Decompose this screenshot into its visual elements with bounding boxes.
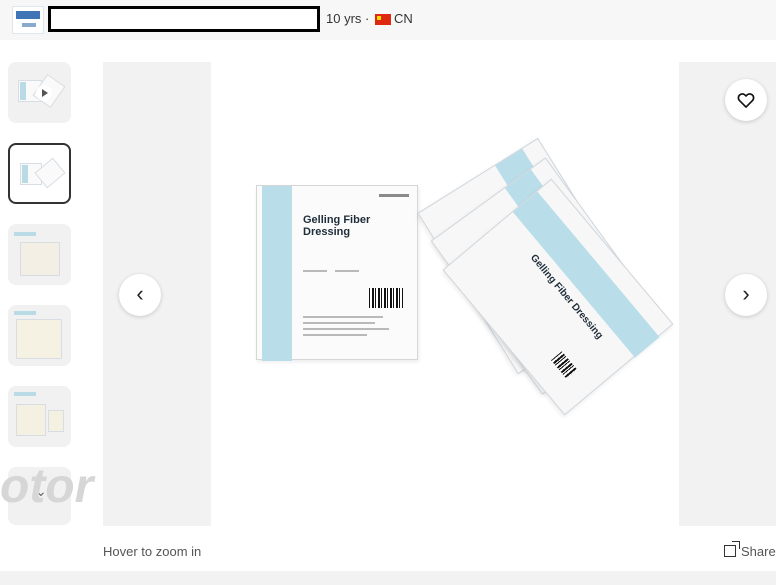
box-text-line [303,322,375,324]
box-spec-mark [303,270,327,272]
prev-image-button[interactable]: ‹ [119,274,161,316]
thumb-dressing-pad [20,242,60,276]
footer-divider [0,571,776,585]
main-product-image[interactable]: Gelling Fiber Dressing Gelling Fiber Dre… [211,62,679,526]
box-blue-stripe [262,186,292,361]
product-box: Gelling Fiber Dressing [256,185,418,361]
box-text-line [303,316,383,318]
supplier-years: 10 yrs · [326,11,370,26]
thumbnail-2-selected[interactable] [8,143,71,204]
thumb-label-mark [14,232,36,236]
thumb-dressing-pad [16,319,62,359]
box-text-line [303,334,367,336]
supplier-logo[interactable] [12,6,44,34]
play-icon [36,85,52,101]
thumbnail-1-video[interactable] [8,62,71,123]
supplier-country: CN [394,11,413,26]
box-spec-mark [335,270,359,272]
box-text-line [303,328,389,330]
thumb-dressing-pad-large [16,404,46,436]
logo-subtext-mark [22,23,36,27]
thumb-box-stripe [20,82,26,100]
chevron-left-icon: ‹ [136,281,144,306]
zoom-hint: Hover to zoom in [103,544,202,559]
thumb-dressing-pad-small [48,410,64,432]
chevron-right-icon: › [742,281,750,306]
favorite-button[interactable] [725,79,767,121]
pouch-barcode [551,351,578,379]
thumbnail-5[interactable] [8,386,71,447]
supplier-header: 10 yrs · CN [0,0,776,40]
china-flag-icon [375,14,391,25]
watermark: otor [0,460,94,513]
box-product-name: Gelling Fiber Dressing [303,214,371,238]
box-code-mark [379,194,409,197]
box-barcode [369,288,403,308]
share-icon[interactable] [724,541,740,557]
next-image-button[interactable]: › [725,274,767,316]
logo-mark [16,11,40,19]
thumb-label-mark [14,311,36,315]
supplier-name-redacted[interactable] [48,6,320,32]
thumb-label-mark [14,392,36,396]
thumbnail-4[interactable] [8,305,71,366]
thumb-box-stripe [22,165,28,183]
thumbnail-3[interactable] [8,224,71,285]
share-button[interactable]: Share [741,544,776,559]
heart-outline-icon [737,93,755,108]
